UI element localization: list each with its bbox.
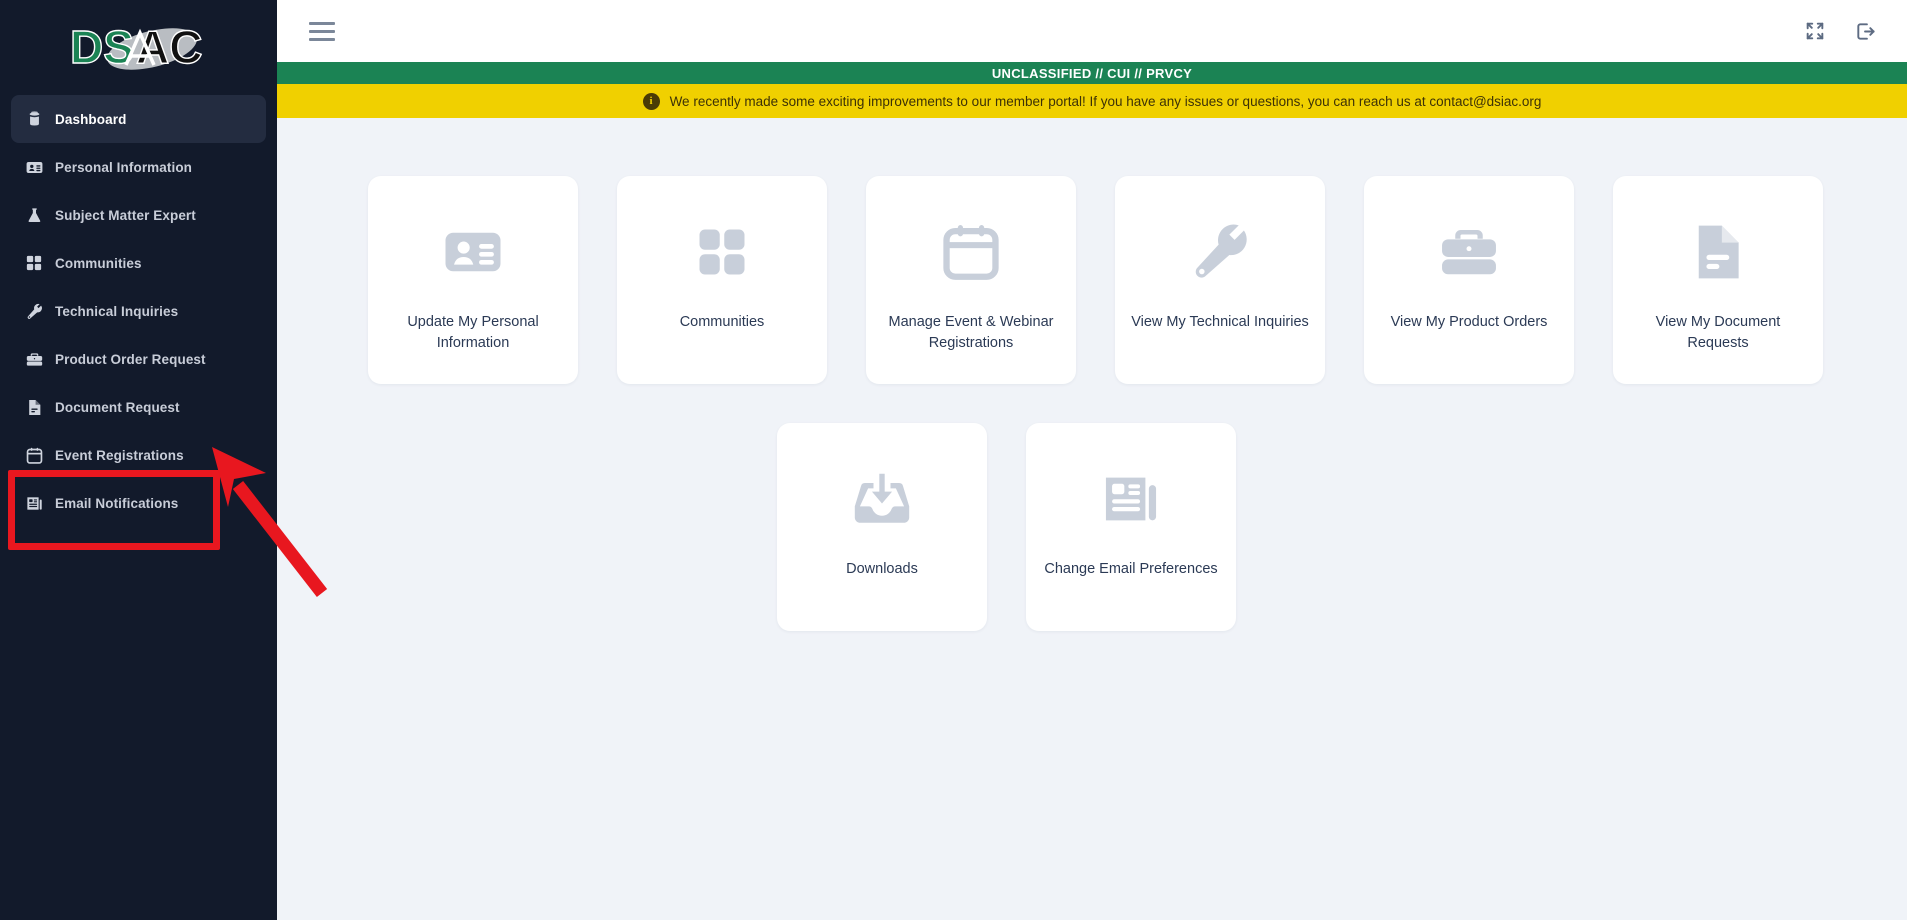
card-label: Communities <box>679 314 765 330</box>
card-row-2: Downloads Change Email Preferences <box>277 423 1907 631</box>
sidebar-item-label: Personal Information <box>55 159 193 175</box>
wrench-icon <box>25 299 55 323</box>
logout-icon[interactable] <box>1854 20 1877 43</box>
sidebar: DS AC Dashboard Personal Information Sub… <box>0 0 277 920</box>
grid-squares-icon <box>692 206 752 298</box>
card-label: Change Email Preferences <box>1044 561 1218 577</box>
sidebar-item-subject-matter-expert[interactable]: Subject Matter Expert <box>11 191 266 239</box>
sidebar-item-technical-inquiries[interactable]: Technical Inquiries <box>11 287 266 335</box>
document-icon <box>25 395 55 419</box>
topbar <box>277 0 1907 62</box>
grid-squares-icon <box>25 251 55 275</box>
sidebar-item-product-order-request[interactable]: Product Order Request <box>11 335 266 383</box>
notice-text: We recently made some exciting improveme… <box>669 93 1542 109</box>
calendar-icon <box>938 206 1004 298</box>
sidebar-item-label: Email Notifications <box>55 495 179 511</box>
sidebar-item-communities[interactable]: Communities <box>11 239 266 287</box>
card-view-my-technical-inquiries[interactable]: View My Technical Inquiries <box>1115 176 1325 384</box>
calendar-icon <box>25 443 55 467</box>
info-icon: i <box>642 92 660 110</box>
sidebar-item-event-registrations[interactable]: Event Registrations <box>11 431 266 479</box>
card-change-email-preferences[interactable]: Change Email Preferences <box>1026 423 1236 631</box>
card-row-1: Update My Personal Information Communiti… <box>277 176 1907 384</box>
card-label: Update My Personal Information <box>407 314 539 351</box>
sidebar-item-dashboard[interactable]: Dashboard <box>11 95 266 143</box>
fullscreen-expand-icon[interactable] <box>1804 20 1826 42</box>
sidebar-nav-list: Dashboard Personal Information Subject M… <box>0 95 277 527</box>
card-label: Downloads <box>846 561 918 577</box>
topbar-actions <box>1804 20 1877 43</box>
sidebar-item-document-request[interactable]: Document Request <box>11 383 266 431</box>
wrench-icon <box>1187 206 1253 298</box>
id-card-icon <box>440 206 506 298</box>
card-downloads[interactable]: Downloads <box>777 423 987 631</box>
app-root: DS AC Dashboard Personal Information Sub… <box>0 0 1907 920</box>
main-content: Update My Personal Information Communiti… <box>277 118 1907 920</box>
svg-text:DS: DS <box>70 21 134 73</box>
sidebar-item-label: Technical Inquiries <box>55 303 179 319</box>
card-manage-event-webinar-registrations[interactable]: Manage Event & Webinar Registrations <box>866 176 1076 384</box>
card-label: View My Product Orders <box>1390 314 1548 330</box>
card-label: View My Technical Inquiries <box>1131 314 1309 330</box>
newsletter-icon <box>25 491 55 515</box>
newsletter-icon <box>1099 453 1163 545</box>
flask-icon <box>25 203 55 227</box>
card-view-my-product-orders[interactable]: View My Product Orders <box>1364 176 1574 384</box>
sidebar-item-label: Event Registrations <box>55 447 184 463</box>
sidebar-item-label: Document Request <box>55 399 180 415</box>
sidebar-item-label: Dashboard <box>55 111 127 127</box>
notice-banner: i We recently made some exciting improve… <box>277 84 1907 118</box>
card-update-my-personal-information[interactable]: Update My Personal Information <box>368 176 578 384</box>
classification-text: UNCLASSIFIED // CUI // PRVCY <box>991 65 1193 81</box>
sidebar-item-personal-information[interactable]: Personal Information <box>11 143 266 191</box>
card-view-my-document-requests[interactable]: View My Document Requests <box>1613 176 1823 384</box>
inbox-download-icon <box>848 453 916 545</box>
id-card-icon <box>25 155 55 179</box>
classification-banner: UNCLASSIFIED // CUI // PRVCY <box>277 62 1907 84</box>
dashboard-icon <box>25 107 55 131</box>
sidebar-item-label: Subject Matter Expert <box>55 207 196 223</box>
sidebar-item-label: Product Order Request <box>55 351 206 367</box>
card-communities[interactable]: Communities <box>617 176 827 384</box>
dsiac-logo[interactable]: DS AC <box>0 0 277 95</box>
briefcase-icon <box>25 347 55 371</box>
sidebar-item-label: Communities <box>55 255 142 271</box>
card-label: Manage Event & Webinar Registrations <box>888 314 1054 351</box>
sidebar-item-email-notifications[interactable]: Email Notifications <box>11 479 266 527</box>
card-label: View My Document Requests <box>1655 314 1781 351</box>
briefcase-icon <box>1436 206 1502 298</box>
hamburger-menu-icon[interactable] <box>309 18 335 44</box>
document-icon <box>1685 206 1751 298</box>
